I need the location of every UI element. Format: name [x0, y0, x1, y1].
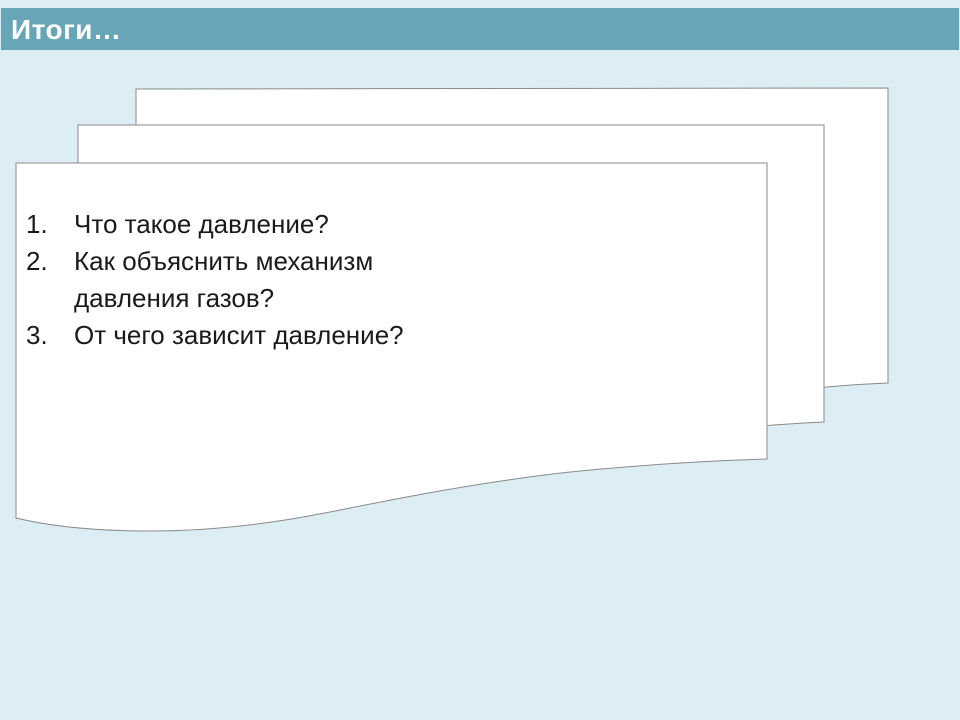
summary-list: 1. Что такое давление? 2. Как объяснить … [26, 206, 746, 354]
list-item-text: Что такое давление? [74, 209, 329, 239]
list-item: 1. Что такое давление? [26, 206, 746, 243]
list-item-number: 1. [26, 209, 48, 239]
list-item-text: От чего зависит давление? [74, 320, 404, 350]
list-item: 2. Как объяснить механизм давления газов… [26, 243, 474, 317]
list-item: 3. От чего зависит давление? [26, 317, 746, 354]
slide: Итоги… 1. Что такое давление? 2. Как объ… [0, 0, 960, 720]
list-item-number: 3. [26, 320, 48, 350]
stacked-documents-shape [15, 87, 889, 532]
list-item-text: Как объяснить механизм давления газов? [74, 246, 374, 313]
list-item-number: 2. [26, 246, 48, 276]
